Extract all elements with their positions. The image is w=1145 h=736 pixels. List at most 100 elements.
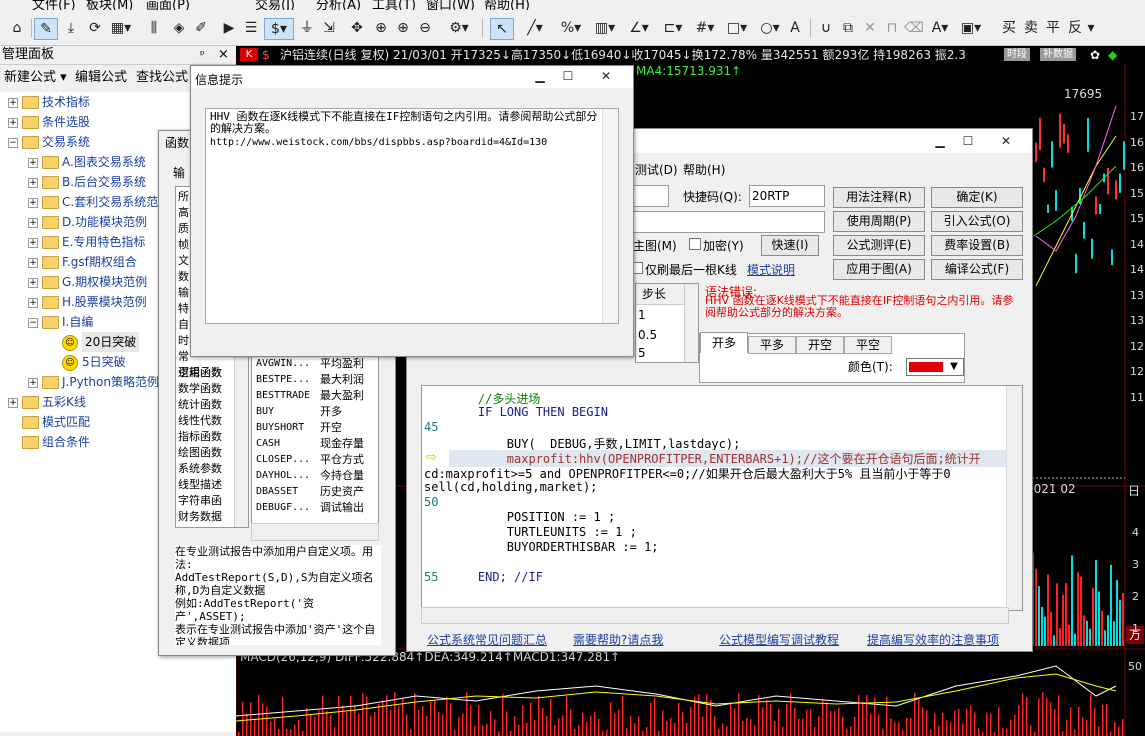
reverse-button[interactable]: 反 xyxy=(1066,18,1084,38)
text-tool-icon[interactable]: A xyxy=(786,18,804,38)
category-item[interactable]: 逻辑函数 xyxy=(178,365,234,381)
category-item[interactable]: 系统参数 xyxy=(178,461,234,477)
param-step-3[interactable]: 5 xyxy=(638,346,646,360)
encrypt-checkbox[interactable] xyxy=(689,238,701,250)
play-icon[interactable]: ▶ xyxy=(218,18,240,38)
candle-icon[interactable]: ⫼ xyxy=(142,18,166,38)
use-period-button[interactable]: 使用周期(P) xyxy=(833,211,925,232)
expand-icon[interactable]: + xyxy=(8,398,18,408)
apply-to-chart-button[interactable]: 应用于图(A) xyxy=(833,259,925,280)
menu-trade[interactable]: 交易(J) xyxy=(255,0,295,10)
magnet-icon[interactable]: ∪ xyxy=(816,18,836,38)
edit-icon[interactable]: ✐ xyxy=(190,18,212,38)
formula-name-input[interactable] xyxy=(633,185,669,207)
mode-help-link[interactable]: 模式说明 xyxy=(747,261,795,278)
color-select[interactable]: ▼ xyxy=(906,358,964,376)
function-name[interactable]: BUY xyxy=(256,404,318,420)
tab-open-long[interactable]: 开多 xyxy=(700,332,748,353)
expand-icon[interactable]: + xyxy=(28,198,38,208)
faq-link[interactable]: 公式系统常见问题汇总 xyxy=(427,631,547,648)
tab-open-short[interactable]: 开空 xyxy=(796,336,844,354)
close-position-button[interactable]: 平 xyxy=(1044,18,1062,38)
grid-icon[interactable]: ▦▾ xyxy=(106,18,136,38)
category-item[interactable]: 绘图函数 xyxy=(178,445,234,461)
info-message-box[interactable]: HHV 函数在逐K线模式下不能直接在IF控制语句之内引用。请参阅帮助公式部分的解… xyxy=(205,108,619,324)
sell-button[interactable]: 卖 xyxy=(1022,18,1040,38)
expand-icon[interactable]: + xyxy=(28,238,38,248)
menu-window[interactable]: 窗口(W) xyxy=(426,0,475,10)
expand-icon[interactable]: + xyxy=(28,378,38,388)
lock-icon[interactable]: ⊓ xyxy=(882,18,902,38)
dollar-icon[interactable]: $▾ xyxy=(264,18,294,40)
channel-tool-icon[interactable]: ▥▾ xyxy=(590,18,620,38)
function-name[interactable]: BESTTRADE xyxy=(256,388,318,404)
pin-icon[interactable]: ᵖ xyxy=(200,46,205,64)
category-item[interactable]: 统计函数 xyxy=(178,397,234,413)
rect-tool-icon[interactable]: □▾ xyxy=(722,18,752,38)
code-line[interactable]: IF LONG THEN BEGIN xyxy=(449,405,608,419)
tab-find-formula[interactable]: 查找公式 xyxy=(136,66,188,90)
expand-icon[interactable]: + xyxy=(28,298,38,308)
category-item[interactable]: 字符串函 xyxy=(178,493,234,509)
zoom-in-icon[interactable]: ⊕ xyxy=(392,18,414,38)
fee-settings-button[interactable]: 费率设置(B) xyxy=(931,235,1023,256)
collapse-icon[interactable]: − xyxy=(28,318,38,328)
info-maximize-icon[interactable]: ☐ xyxy=(555,68,581,84)
zoom-out-icon[interactable]: ⊖ xyxy=(414,18,436,38)
tab-close-short[interactable]: 平空 xyxy=(844,336,892,354)
code-editor[interactable]: //多头进场 IF LONG THEN BEGIN 45 BUY( _DEBUG,… xyxy=(421,385,1023,611)
editor-menu-help[interactable]: 帮助(H) xyxy=(683,161,725,178)
crosshair-icon[interactable]: ⊕ xyxy=(370,18,392,38)
tab-new-formula[interactable]: 新建公式 ▾ xyxy=(4,66,67,90)
expand-icon[interactable]: + xyxy=(28,258,38,268)
menu-analysis[interactable]: 分析(A) xyxy=(316,0,361,10)
tab-edit-formula[interactable]: 编辑公式 xyxy=(75,66,127,90)
expand-icon[interactable]: + xyxy=(8,118,18,128)
import-formula-button[interactable]: 引入公式(O) xyxy=(931,211,1023,232)
trash-icon[interactable]: ⌫ xyxy=(904,18,924,38)
arrow-box-icon[interactable]: ⇲ xyxy=(318,18,340,38)
code-hscroll[interactable] xyxy=(421,607,1009,624)
editor-minimize-icon[interactable]: ▁ xyxy=(927,133,953,149)
download-icon[interactable]: ⤓ xyxy=(60,18,82,38)
param-scrollbar[interactable] xyxy=(684,284,698,362)
function-name[interactable]: CASH xyxy=(256,436,318,452)
category-item[interactable]: 财务数据 xyxy=(178,509,234,525)
function-name[interactable]: DEBUGF... xyxy=(256,500,318,516)
quick-code-input[interactable]: 20RTP xyxy=(749,185,825,207)
menu-help[interactable]: 帮助(H) xyxy=(484,0,530,10)
efficiency-tips-link[interactable]: 提高编写效率的注意事项 xyxy=(867,631,999,648)
collapse-icon[interactable]: − xyxy=(8,138,18,148)
editor-maximize-icon[interactable]: ☐ xyxy=(955,133,981,149)
expand-icon[interactable]: + xyxy=(28,278,38,288)
toolbar-more-icon[interactable]: ▾ xyxy=(1086,18,1096,38)
menu-sector[interactable]: 板块(M) xyxy=(86,0,133,10)
refresh-icon[interactable]: ⟳ xyxy=(84,18,106,38)
function-name[interactable]: DBASSET xyxy=(256,484,318,500)
code-vscroll[interactable] xyxy=(1006,386,1022,610)
expand-icon[interactable]: + xyxy=(28,158,38,168)
info-url[interactable]: http://www.weistock.com/bbs/dispbbs.asp?… xyxy=(210,137,547,148)
bracket-tool-icon[interactable]: ⊏▾ xyxy=(658,18,688,38)
expand-icon[interactable]: + xyxy=(28,218,38,228)
line-tool-icon[interactable]: ╱▾ xyxy=(520,18,550,38)
code-line[interactable]: sell(cd,holding,market); xyxy=(424,480,597,494)
param-step-2[interactable]: 0.5 xyxy=(638,328,657,342)
menu-file[interactable]: 文件(F) xyxy=(32,0,76,10)
color-dropdown-icon[interactable]: ▼ xyxy=(947,359,961,375)
notes-icon[interactable]: ☰ xyxy=(240,18,262,38)
home-icon[interactable]: ⌂ xyxy=(6,18,28,38)
debug-tutorial-link[interactable]: 公式模型编写调试教程 xyxy=(719,631,839,648)
category-item[interactable]: 线型描述 xyxy=(178,477,234,493)
code-line[interactable]: TURTLEUNITS := 1 ; xyxy=(449,525,637,539)
filter-icon[interactable]: ⏚ xyxy=(296,18,318,38)
function-name[interactable]: DAYHOL... xyxy=(256,468,318,484)
formula-evaluate-button[interactable]: 公式测评(E) xyxy=(833,235,925,256)
code-line[interactable]: POSITION := 1 ; xyxy=(449,510,615,524)
copy-icon[interactable]: ⧉ xyxy=(838,18,858,38)
function-name[interactable]: AVGWIN... xyxy=(256,356,318,372)
ok-button[interactable]: 确定(K) xyxy=(931,187,1023,208)
settings-icon[interactable]: ⚙▾ xyxy=(442,18,476,38)
function-list[interactable]: AVGWIN... 平均盈利 BESTPE... 最大利润 BESTTRADE 最大盈利 B… xyxy=(251,353,379,527)
percent-tool-icon[interactable]: %▾ xyxy=(556,18,586,38)
